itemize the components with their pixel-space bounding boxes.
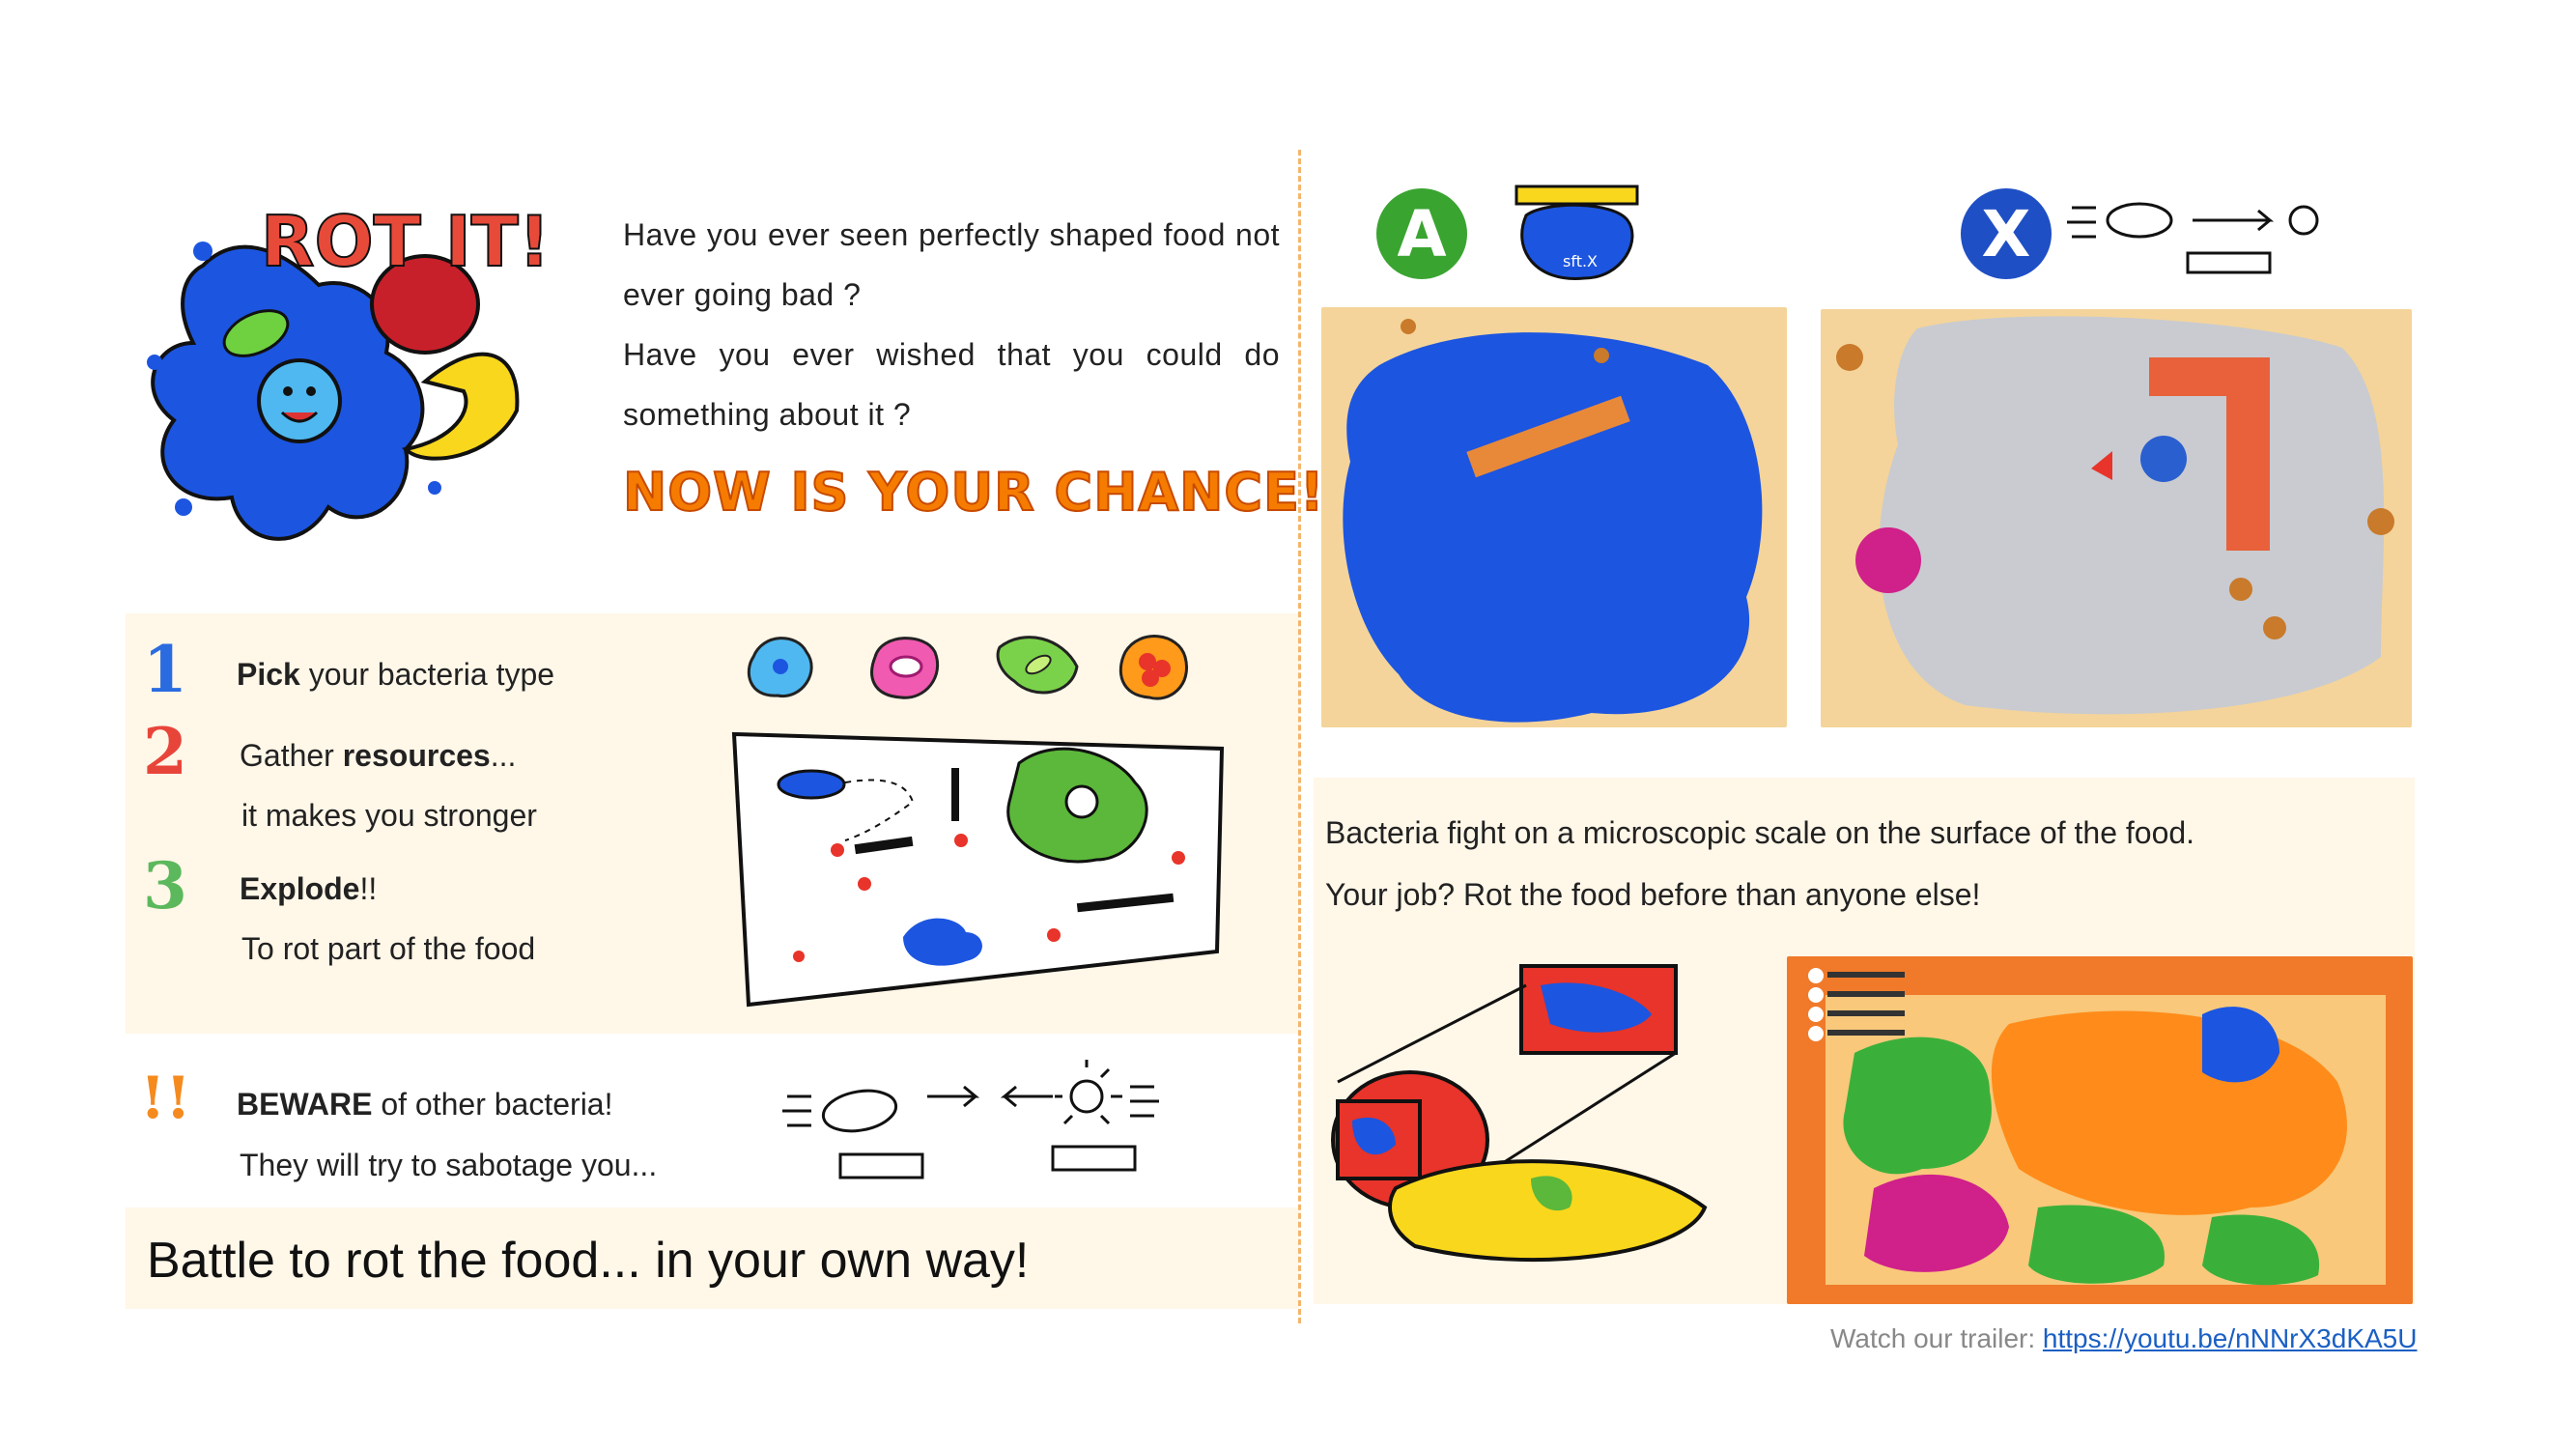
- intro-line-2: Have you ever wished that you could do s…: [623, 337, 1280, 432]
- step-2-number: 2: [143, 714, 187, 789]
- gameplay-screenshot-match: [1787, 956, 2413, 1304]
- bacteria-types: [744, 628, 1198, 705]
- section-divider: [1298, 150, 1301, 1323]
- step-1-bold: Pick: [237, 657, 300, 692]
- step-2-rest: ...: [490, 738, 517, 773]
- step-2-text: Gather resources...: [240, 738, 516, 774]
- step-3-subtext: To rot part of the food: [241, 931, 536, 966]
- bacteria-type-pink-icon: [870, 637, 940, 699]
- explode-badge-icon: sft.X: [1507, 182, 1652, 293]
- trailer-label: Watch our trailer:: [1830, 1323, 2043, 1353]
- description-line-1: Bacteria fight on a microscopic scale on…: [1325, 815, 2195, 850]
- battle-tagline: Battle to rot the food... in your own wa…: [147, 1233, 1030, 1289]
- logo-illustration: ROT IT!: [135, 188, 570, 565]
- step-2-bold: resources: [342, 738, 491, 773]
- step-1-text: Pick your bacteria type: [237, 657, 554, 693]
- beware-number: !!: [140, 1065, 191, 1132]
- logo-text: ROT IT!: [261, 201, 551, 282]
- step-1-number: 1: [143, 632, 187, 707]
- gameplay-screenshot-explode: [1321, 307, 1787, 727]
- step-3-bold: Explode: [240, 871, 360, 906]
- bacteria-type-green-icon: [996, 636, 1079, 695]
- food-sketch: [1318, 956, 1724, 1275]
- beware-sketch: [782, 1058, 1169, 1193]
- trailer-link[interactable]: https://youtu.be/nNNrX3dKA5U: [2043, 1323, 2418, 1353]
- x-button-icon: X: [1961, 188, 2052, 279]
- step-3-rest: !!: [359, 871, 378, 906]
- description-line-2: Your job? Rot the food before than anyon…: [1325, 877, 1981, 912]
- gameplay-screenshot-sabotage: [1821, 309, 2412, 727]
- beware-rest: of other bacteria!: [372, 1087, 613, 1122]
- bacteria-type-orange-icon: [1118, 635, 1188, 700]
- step-1-rest: your bacteria type: [299, 657, 555, 692]
- intro-line-1: Have you ever seen perfectly shaped food…: [623, 217, 1280, 312]
- badge-label: sft.X: [1563, 252, 1598, 270]
- a-button-icon: A: [1376, 188, 1467, 279]
- map-sketch: [729, 724, 1231, 1014]
- sabotage-sketch-icon: [2067, 184, 2357, 280]
- step-3-number: 3: [143, 848, 187, 923]
- trailer-line: Watch our trailer: https://youtu.be/nNNr…: [1830, 1323, 2417, 1354]
- bacteria-type-blue-icon: [747, 637, 813, 697]
- beware-text: BEWARE of other bacteria!: [237, 1087, 612, 1122]
- step-3-text: Explode!!: [240, 871, 377, 907]
- intro-text: Have you ever seen perfectly shaped food…: [623, 205, 1280, 444]
- game-description: Bacteria fight on a microscopic scale on…: [1325, 802, 2194, 925]
- beware-subtext: They will try to sabotage you...: [240, 1148, 658, 1182]
- beware-bold: BEWARE: [237, 1087, 373, 1122]
- step-2-pre: Gather: [240, 738, 343, 773]
- step-2-subtext: it makes you stronger: [241, 798, 537, 833]
- slogan: NOW IS YOUR CHANCE!: [622, 461, 1325, 524]
